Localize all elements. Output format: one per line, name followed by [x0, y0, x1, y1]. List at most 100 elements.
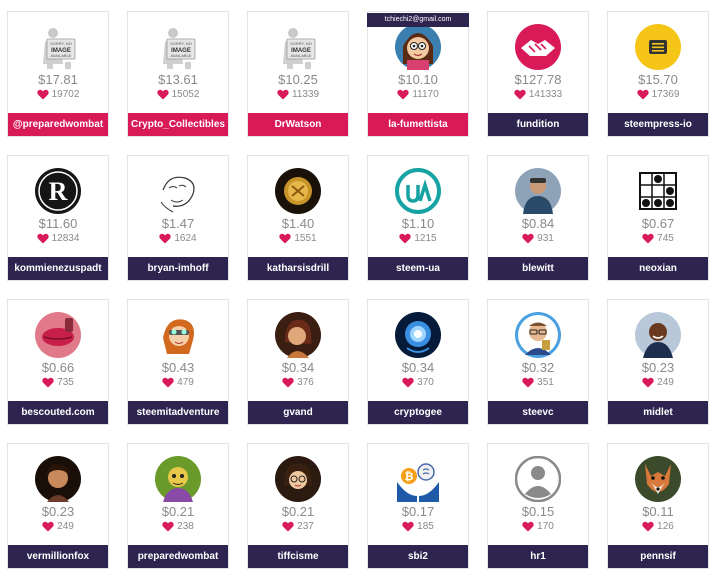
- avatar[interactable]: R: [35, 168, 81, 214]
- payout-amount: $0.23: [641, 360, 675, 375]
- avatar[interactable]: [635, 312, 681, 358]
- avatar[interactable]: SORRY, NO IMAGE AVAILABLE: [155, 24, 201, 70]
- account-name-link[interactable]: kommienezuspadt: [8, 257, 108, 280]
- vote-count: 931: [488, 233, 588, 244]
- avatar[interactable]: [275, 312, 321, 358]
- voter-card[interactable]: $1.40 1551 katharsisdrill: [247, 155, 349, 281]
- avatar[interactable]: [35, 456, 81, 502]
- heart-icon: [277, 89, 289, 100]
- svg-text:AVAILABLE: AVAILABLE: [171, 53, 192, 58]
- avatar[interactable]: ₿: [395, 456, 441, 502]
- avatar[interactable]: [635, 168, 681, 214]
- voter-card[interactable]: $15.70 17369 steempress-io: [607, 11, 709, 137]
- avatar[interactable]: [515, 456, 561, 502]
- voter-card[interactable]: $0.11 126 pennsif: [607, 443, 709, 569]
- avatar[interactable]: [155, 456, 201, 502]
- account-name-link[interactable]: neoxian: [608, 257, 708, 280]
- account-name-link[interactable]: fundition: [488, 113, 588, 136]
- voter-card[interactable]: $0.21 237 tiffcisme: [247, 443, 349, 569]
- voter-card[interactable]: $0.43 479 steemitadventure: [127, 299, 229, 425]
- voter-card[interactable]: SORRY, NO IMAGE AVAILABLE $13.61 15052 Cry…: [127, 11, 229, 137]
- avatar[interactable]: [395, 24, 441, 70]
- account-name-link[interactable]: blewitt: [488, 257, 588, 280]
- avatar[interactable]: [155, 312, 201, 358]
- voter-card[interactable]: $1.10 1215 steem-ua: [367, 155, 469, 281]
- voter-card[interactable]: $10.10 11170 la-fumettista: [367, 11, 469, 137]
- account-name-link[interactable]: vermillionfox: [8, 545, 108, 568]
- avatar[interactable]: [395, 168, 441, 214]
- avatar[interactable]: SORRY, NO IMAGE AVAILABLE: [275, 24, 321, 70]
- woman-photo-avatar: [275, 312, 321, 358]
- payout-amount: $0.11: [642, 504, 674, 519]
- account-name-link[interactable]: sbi2: [368, 545, 468, 568]
- voter-card[interactable]: $0.21 238 preparedwombat: [127, 443, 229, 569]
- sketch-face-avatar: [155, 168, 201, 214]
- voter-card[interactable]: $0.84 931 blewitt: [487, 155, 589, 281]
- vote-count-value: 249: [657, 377, 674, 388]
- heart-icon: [402, 377, 414, 388]
- account-name-link[interactable]: steem-ua: [368, 257, 468, 280]
- account-name-link[interactable]: pennsif: [608, 545, 708, 568]
- voter-card[interactable]: $0.32 351 steevc: [487, 299, 589, 425]
- voter-card[interactable]: $0.23 249 vermillionfox: [7, 443, 109, 569]
- avatar[interactable]: [275, 168, 321, 214]
- account-name-link[interactable]: bryan-imhoff: [128, 257, 228, 280]
- account-name-link[interactable]: midlet: [608, 401, 708, 424]
- account-name-link[interactable]: preparedwombat: [128, 545, 228, 568]
- vote-count: 126: [608, 521, 708, 532]
- heart-icon: [42, 377, 54, 388]
- avatar[interactable]: [35, 312, 81, 358]
- default-user-avatar: [515, 456, 561, 502]
- avatar[interactable]: SORRY, NO IMAGE AVAILABLE: [35, 24, 81, 70]
- avatar[interactable]: [395, 312, 441, 358]
- avatar[interactable]: [515, 312, 561, 358]
- vote-count: 745: [608, 233, 708, 244]
- voter-card[interactable]: $0.34 376 gvand: [247, 299, 349, 425]
- voter-card[interactable]: R $11.60 12834 kommienezuspadt: [7, 155, 109, 281]
- vote-count-value: 735: [57, 377, 74, 388]
- account-name-link[interactable]: steevc: [488, 401, 588, 424]
- heart-icon: [636, 89, 649, 100]
- voter-card[interactable]: $127.78 141333 fundition: [487, 11, 589, 137]
- account-name-link[interactable]: bescouted.com: [8, 401, 108, 424]
- voter-card[interactable]: $1.47 1624 bryan-imhoff: [127, 155, 229, 281]
- voter-card[interactable]: $0.67 745 neoxian: [607, 155, 709, 281]
- heart-icon: [156, 89, 169, 100]
- account-name-link[interactable]: hr1: [488, 545, 588, 568]
- avatar[interactable]: [515, 24, 561, 70]
- avatar[interactable]: [155, 168, 201, 214]
- voter-card[interactable]: SORRY, NO IMAGE AVAILABLE $17.81 19702 @pr…: [7, 11, 109, 137]
- account-name-link[interactable]: steempress-io: [608, 113, 708, 136]
- account-name-link[interactable]: gvand: [248, 401, 348, 424]
- avatar[interactable]: [635, 456, 681, 502]
- vote-count-value: 11339: [291, 89, 320, 100]
- account-name-link[interactable]: DrWatson: [248, 113, 348, 136]
- cartoon-girl-avatar: [395, 24, 441, 70]
- voter-card[interactable]: $0.66 735 bescouted.com: [7, 299, 109, 425]
- voter-card[interactable]: SORRY, NO IMAGE AVAILABLE $10.25 11339 DrW…: [247, 11, 349, 137]
- vote-count-value: 15052: [171, 89, 200, 100]
- vote-count: 249: [608, 377, 708, 388]
- svg-text:₿: ₿: [405, 471, 414, 483]
- voter-card[interactable]: $0.15 170 hr1: [487, 443, 589, 569]
- steempress-logo-avatar: [635, 24, 681, 70]
- account-name-link[interactable]: Crypto_Collectibles: [128, 113, 228, 136]
- voter-card[interactable]: $0.34 370 cryptogee: [367, 299, 469, 425]
- avatar[interactable]: [275, 456, 321, 502]
- vote-count-value: 126: [657, 521, 674, 532]
- account-name-link[interactable]: la-fumettista: [368, 113, 468, 136]
- voter-card[interactable]: ₿ $0.17 185 sbi2: [367, 443, 469, 569]
- heart-icon: [42, 521, 54, 532]
- account-name-link[interactable]: steemitadventure: [128, 401, 228, 424]
- heart-icon: [279, 233, 292, 244]
- email-tooltip: tchiechi2@gmail.com: [367, 13, 469, 27]
- heart-icon: [159, 233, 172, 244]
- account-name-link[interactable]: tiffcisme: [248, 545, 348, 568]
- voter-card[interactable]: $0.23 249 midlet: [607, 299, 709, 425]
- account-name-link[interactable]: cryptogee: [368, 401, 468, 424]
- account-name-link[interactable]: @preparedwombat: [8, 113, 108, 136]
- avatar[interactable]: [635, 24, 681, 70]
- vote-count-value: 1215: [414, 233, 437, 244]
- account-name-link[interactable]: katharsisdrill: [248, 257, 348, 280]
- avatar[interactable]: [515, 168, 561, 214]
